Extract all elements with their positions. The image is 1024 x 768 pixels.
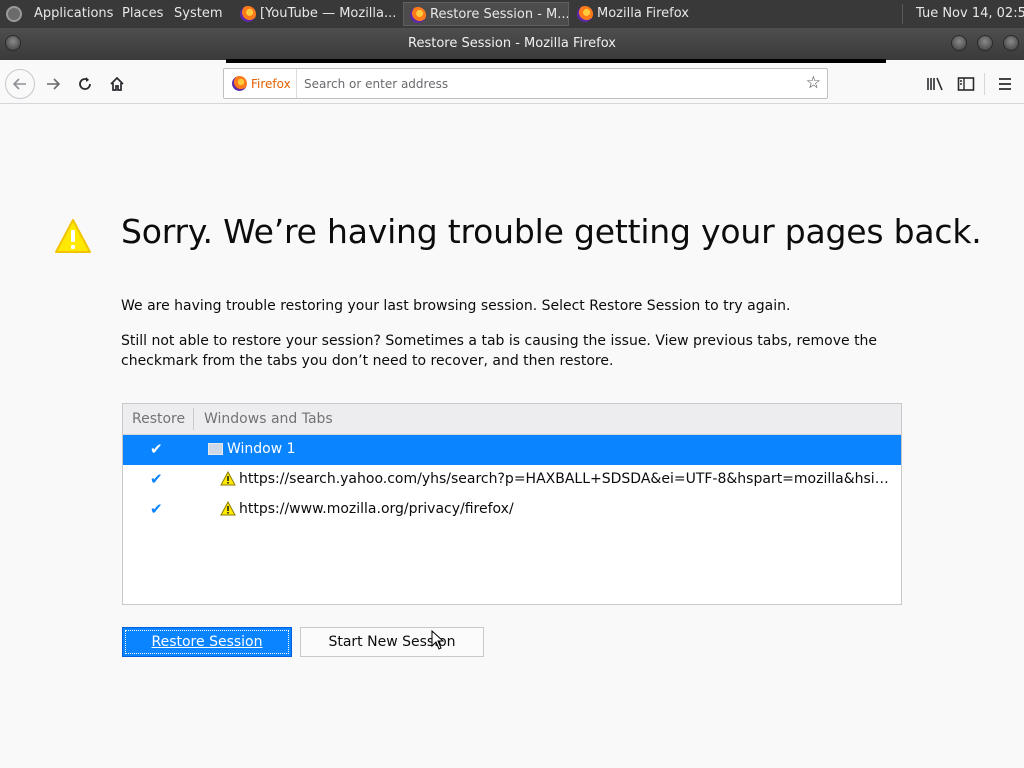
- warning-icon: [55, 219, 91, 253]
- maximize-button[interactable]: [977, 35, 993, 51]
- tree-row-label: https://search.yahoo.com/yhs/search?p=HA…: [239, 471, 895, 487]
- back-arrow-icon: [12, 78, 26, 90]
- system-menu[interactable]: System: [174, 0, 222, 28]
- minimize-button[interactable]: [951, 35, 967, 51]
- sidebar-button[interactable]: [951, 69, 981, 99]
- applications-menu[interactable]: Applications: [34, 0, 113, 28]
- firefox-icon: [232, 76, 247, 91]
- restore-session-button[interactable]: Restore Session: [122, 627, 292, 657]
- taskbar-item-mozilla-firefox[interactable]: Mozilla Firefox: [571, 2, 737, 26]
- window-title: Restore Session - Mozilla Firefox: [408, 36, 616, 51]
- firefox-icon: [410, 7, 426, 23]
- error-description: We are having trouble restoring your las…: [121, 298, 791, 314]
- hamburger-menu-icon: [999, 78, 1011, 90]
- taskbar-item-youtube[interactable]: [YouTube — Mozilla...: [234, 2, 398, 26]
- tree-header: Restore Windows and Tabs: [123, 404, 901, 435]
- mouse-cursor-icon: [431, 630, 444, 650]
- tree-row-tab[interactable]: ✔ https://www.mozilla.org/privacy/firefo…: [123, 495, 901, 525]
- restore-checkbox[interactable]: ✔: [150, 470, 163, 488]
- column-header-restore[interactable]: Restore: [132, 411, 185, 427]
- start-new-session-button[interactable]: Start New Session: [300, 627, 484, 657]
- warning-icon: [220, 471, 236, 486]
- library-button[interactable]: [920, 69, 950, 99]
- identity-box[interactable]: Firefox: [224, 69, 297, 98]
- url-input[interactable]: [304, 72, 794, 95]
- menu-button[interactable]: [990, 69, 1020, 99]
- taskbar-item-label: Restore Session - M...: [430, 7, 569, 22]
- window-titlebar[interactable]: Restore Session - Mozilla Firefox: [0, 28, 1024, 60]
- tree-row-label: https://www.mozilla.org/privacy/firefox/: [239, 501, 514, 517]
- tree-row-window[interactable]: ✔ Window 1: [123, 435, 901, 465]
- error-help-text: Still not able to restore your session? …: [121, 333, 878, 369]
- toolbar-separator: [984, 73, 985, 95]
- forward-arrow-icon: [47, 78, 61, 90]
- clock[interactable]: Tue Nov 14, 02:55: [916, 0, 1024, 28]
- navigation-toolbar: Firefox ☆: [0, 63, 1024, 104]
- restore-checkbox[interactable]: ✔: [150, 440, 163, 458]
- bookmark-star-icon[interactable]: ☆: [806, 73, 821, 93]
- taskbar-item-restore-session[interactable]: Restore Session - M...: [403, 2, 569, 26]
- warning-icon: [220, 501, 236, 516]
- address-bar[interactable]: Firefox ☆: [223, 68, 828, 99]
- tree-row-tab[interactable]: ✔ https://search.yahoo.com/yhs/search?p=…: [123, 465, 901, 495]
- page-content: Sorry. We’re having trouble getting your…: [0, 104, 1024, 768]
- forward-button[interactable]: [38, 69, 68, 99]
- panel-separator: [902, 4, 903, 24]
- column-separator: [193, 408, 194, 430]
- sidebar-icon: [957, 77, 975, 91]
- desktop-top-panel: Applications Places System [YouTube — Mo…: [0, 0, 1024, 28]
- column-header-windows-and-tabs[interactable]: Windows and Tabs: [204, 411, 333, 427]
- back-button[interactable]: [5, 69, 35, 99]
- library-icon: [927, 77, 943, 91]
- restore-checkbox[interactable]: ✔: [150, 500, 163, 518]
- session-tree[interactable]: Restore Windows and Tabs ✔ Window 1 ✔ ht…: [122, 403, 902, 605]
- tree-row-label: Window 1: [227, 441, 296, 457]
- reload-icon: [79, 77, 91, 90]
- gnome-menu-icon[interactable]: [6, 6, 22, 22]
- window-icon: [208, 443, 223, 455]
- taskbar-item-label: [YouTube — Mozilla...: [260, 6, 397, 21]
- page-title: Sorry. We’re having trouble getting your…: [121, 212, 982, 251]
- firefox-icon: [240, 6, 256, 22]
- reload-button[interactable]: [70, 69, 100, 99]
- firefox-icon: [577, 6, 593, 22]
- home-icon: [110, 76, 124, 91]
- places-menu[interactable]: Places: [122, 0, 163, 28]
- taskbar-item-label: Mozilla Firefox: [597, 6, 689, 21]
- home-button[interactable]: [102, 69, 132, 99]
- close-button[interactable]: [1003, 35, 1019, 51]
- identity-label: Firefox: [251, 76, 291, 91]
